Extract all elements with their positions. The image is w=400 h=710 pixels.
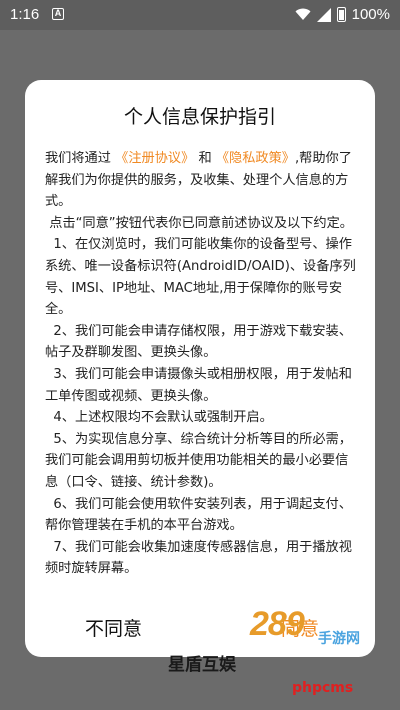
battery-icon bbox=[336, 7, 346, 22]
terms-link[interactable]: 《注册协议》 bbox=[115, 151, 194, 166]
site-logo-watermark: 289 bbox=[250, 605, 305, 643]
and-text: 和 bbox=[198, 151, 212, 166]
list-item: 5、为实现信息分享、综合统计分析等目的所必需，我们可能会调用剪切板并使用功能相关… bbox=[45, 431, 352, 490]
status-time: 1:16 bbox=[10, 6, 40, 23]
list-item: 3、我们可能会申请摄像头或相册权限，用于发帖和工单传图或视频、更换头像。 bbox=[45, 366, 352, 404]
intro-prefix: 我们将通过 bbox=[45, 151, 111, 166]
intro-paragraph: 我们将通过 《注册协议》 和 《隐私政策》,帮助你了解我们为你提供的服务，及收集… bbox=[45, 148, 357, 213]
list-item: 7、我们可能会收集加速度传感器信息，用于播放视频时旋转屏幕。 bbox=[45, 539, 352, 577]
disagree-button[interactable]: 不同意 bbox=[85, 614, 142, 641]
site-tag-watermark: phpcms bbox=[292, 680, 354, 696]
list-item: 1、在仅浏览时，我们可能收集你的设备型号、操作系统、唯一设备标识符(Androi… bbox=[45, 237, 356, 318]
wifi-icon bbox=[295, 8, 311, 20]
consent-note: 点击“同意”按钮代表你已同意前述协议及以下约定。 bbox=[49, 215, 353, 231]
privacy-link[interactable]: 《隐私政策》 bbox=[216, 151, 295, 166]
signal-icon bbox=[316, 7, 331, 22]
status-right: 100% bbox=[295, 6, 390, 23]
status-bar: 1:16 A 100% bbox=[0, 0, 400, 30]
battery-level: 100% bbox=[351, 6, 390, 23]
site-sub-watermark: 手游网 bbox=[318, 631, 360, 647]
privacy-dialog: 个人信息保护指引 我们将通过 《注册协议》 和 《隐私政策》,帮助你了解我们为你… bbox=[25, 80, 375, 657]
dialog-title: 个人信息保护指引 bbox=[123, 106, 276, 128]
app-name-text: 星盾互娱 bbox=[168, 655, 236, 675]
list-item: 6、我们可能会使用软件安装列表，用于调起支付、帮你管理装在手机的本平台游戏。 bbox=[45, 496, 352, 534]
list-item: 4、上述权限均不会默认或强制开启。 bbox=[53, 410, 273, 426]
list-item: 2、我们可能会申请存储权限，用于游戏下载安装、帖子及群聊发图、更换头像。 bbox=[45, 323, 352, 361]
notification-icon: A bbox=[52, 8, 64, 20]
dialog-body: 我们将通过 《注册协议》 和 《隐私政策》,帮助你了解我们为你提供的服务，及收集… bbox=[45, 148, 357, 580]
